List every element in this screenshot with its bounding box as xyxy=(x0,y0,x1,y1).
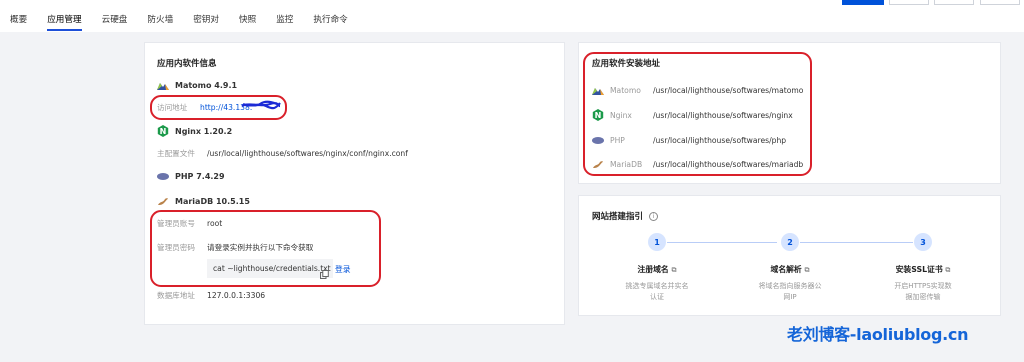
nginx-config-value: /usr/local/lighthouse/softwares/nginx/co… xyxy=(207,149,408,158)
step-description: 将域名指向服务器公 网IP xyxy=(758,282,822,301)
mariadb-name: MariaDB 10.5.15 xyxy=(175,196,250,206)
tab-bar: 概要 应用管理 云硬盘 防火墙 密钥对 快照 监控 执行命令 xyxy=(10,13,368,31)
website-guide-card: 网站搭建指引 i 1 2 3 注册域名 ⧉ 域名解析 ⧉ 安装SSL证书 ⧉ 挑… xyxy=(578,195,1001,316)
install-row-nginx: N Nginx /usr/local/lighthouse/softwares/… xyxy=(592,109,793,121)
matomo-name: Matomo 4.9.1 xyxy=(175,80,238,90)
card-title: 应用软件安装地址 xyxy=(592,59,661,69)
nginx-header: N Nginx 1.20.2 xyxy=(157,125,232,137)
tab-key-pair[interactable]: 密钥对 xyxy=(193,13,219,30)
step-number: 1 xyxy=(648,233,666,251)
install-path: /usr/local/lighthouse/softwares/php xyxy=(653,135,787,145)
php-icon xyxy=(592,134,604,146)
install-row-mariadb: MariaDB /usr/local/lighthouse/softwares/… xyxy=(592,158,803,170)
tab-run-command[interactable]: 执行命令 xyxy=(313,13,347,30)
action-button-3[interactable] xyxy=(934,0,974,5)
software-name: MariaDB xyxy=(610,159,643,169)
install-path: /usr/local/lighthouse/softwares/matomo xyxy=(653,85,804,95)
step-dns-resolve-link[interactable]: 域名解析 ⧉ xyxy=(750,264,830,275)
card-title: 网站搭建指引 i xyxy=(592,210,658,222)
login-link[interactable]: 登录 xyxy=(335,264,351,275)
admin-password-label: 管理员密码 xyxy=(157,243,195,252)
php-name: PHP 7.4.29 xyxy=(175,171,225,181)
primary-action-button[interactable] xyxy=(842,0,884,5)
step-title: 注册域名 xyxy=(637,265,669,274)
tab-monitoring[interactable]: 监控 xyxy=(276,13,293,30)
step-description: 挑选专属域名并实名 认证 xyxy=(625,282,689,301)
admin-account-value: root xyxy=(207,219,223,228)
matomo-header: Matomo 4.9.1 xyxy=(157,79,237,91)
tab-firewall[interactable]: 防火墙 xyxy=(147,13,173,30)
step-title: 域名解析 xyxy=(770,265,802,274)
copy-icon[interactable] xyxy=(320,264,329,283)
mariadb-header: MariaDB 10.5.15 xyxy=(157,195,250,207)
install-paths-card: 应用软件安装地址 Matomo /usr/local/lighthouse/so… xyxy=(578,42,1001,184)
matomo-icon xyxy=(157,79,169,91)
db-address-value: 127.0.0.1:3306 xyxy=(207,291,266,300)
action-button-2[interactable] xyxy=(889,0,929,5)
tab-app-management[interactable]: 应用管理 xyxy=(47,13,82,31)
mariadb-icon xyxy=(592,158,604,170)
access-address-label: 访问地址 xyxy=(157,103,188,112)
step-description: 开启HTTPS实现数 据加密传输 xyxy=(894,282,952,301)
matomo-icon xyxy=(592,84,604,96)
tab-cloud-disk[interactable]: 云硬盘 xyxy=(102,13,128,30)
external-link-icon: ⧉ xyxy=(804,266,810,274)
db-address-label: 数据库地址 xyxy=(157,291,195,300)
php-icon xyxy=(157,170,169,182)
svg-text:N: N xyxy=(595,111,602,120)
step-install-ssl-link[interactable]: 安装SSL证书 ⧉ xyxy=(883,264,963,275)
install-path: /usr/local/lighthouse/softwares/nginx xyxy=(653,110,793,120)
step-number: 2 xyxy=(781,233,799,251)
software-name: Nginx xyxy=(610,110,632,120)
db-address-row: 数据库地址 127.0.0.1:3306 xyxy=(157,290,265,301)
admin-account-row: 管理员账号 root xyxy=(157,218,222,229)
nginx-config-row: 主配置文件 /usr/local/lighthouse/softwares/ng… xyxy=(157,148,408,159)
nginx-icon: N xyxy=(592,109,604,121)
step-register-domain-link[interactable]: 注册域名 ⧉ xyxy=(617,264,697,275)
blog-watermark: 老刘博客-laoliublog.cn xyxy=(787,325,969,344)
redaction-scribble xyxy=(241,100,281,110)
tab-snapshot[interactable]: 快照 xyxy=(239,13,256,30)
svg-text:N: N xyxy=(160,127,167,136)
step-number: 3 xyxy=(914,233,932,251)
tab-overview[interactable]: 概要 xyxy=(10,13,27,30)
install-row-matomo: Matomo /usr/local/lighthouse/softwares/m… xyxy=(592,84,803,96)
nginx-name: Nginx 1.20.2 xyxy=(175,126,233,136)
external-link-icon: ⧉ xyxy=(945,266,951,274)
mariadb-icon xyxy=(157,195,169,207)
step-title: 安装SSL证书 xyxy=(895,265,943,274)
step-connector xyxy=(667,242,777,243)
admin-account-label: 管理员账号 xyxy=(157,219,195,228)
guide-title-text: 网站搭建指引 xyxy=(592,212,644,222)
info-icon[interactable]: i xyxy=(648,212,658,221)
php-header: PHP 7.4.29 xyxy=(157,170,225,182)
software-info-card: 应用内软件信息 Matomo 4.9.1 访问地址 http://43.138.… xyxy=(144,42,565,325)
step-connector xyxy=(800,242,913,243)
card-title: 应用内软件信息 xyxy=(157,59,217,69)
admin-password-hint: 请登录实例并执行以下命令获取 xyxy=(207,243,314,252)
admin-password-row: 管理员密码 请登录实例并执行以下命令获取 xyxy=(157,242,313,253)
credentials-command: cat ~lighthouse/credentials.txt xyxy=(213,264,331,273)
credentials-command-box: cat ~lighthouse/credentials.txt xyxy=(207,259,333,278)
software-name: PHP xyxy=(610,135,625,145)
external-link-icon: ⧉ xyxy=(671,266,677,274)
action-button-4[interactable] xyxy=(980,0,1020,5)
nginx-icon: N xyxy=(157,125,169,137)
top-nav-bar: 概要 应用管理 云硬盘 防火墙 密钥对 快照 监控 执行命令 xyxy=(0,0,1024,32)
install-row-php: PHP /usr/local/lighthouse/softwares/php xyxy=(592,134,786,146)
nginx-config-label: 主配置文件 xyxy=(157,149,195,158)
software-name: Matomo xyxy=(610,85,641,95)
access-address-row: 访问地址 http://43.138. xyxy=(157,102,252,113)
install-path: /usr/local/lighthouse/softwares/mariadb xyxy=(653,159,804,169)
